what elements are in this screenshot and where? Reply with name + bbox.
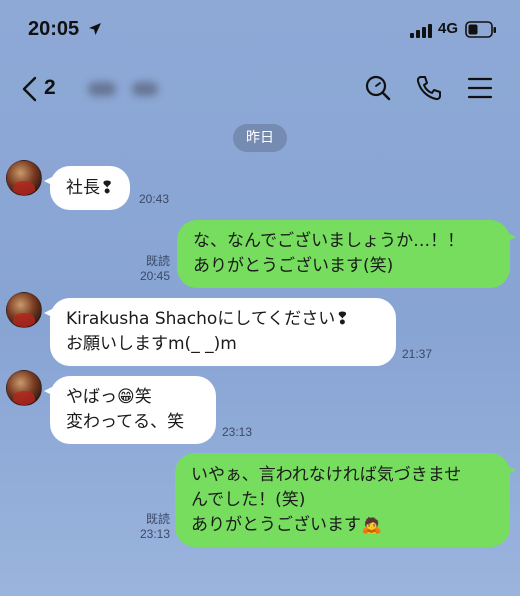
location-arrow-icon [89,23,101,35]
battery-icon [465,21,496,38]
date-separator: 昨日 [233,124,287,152]
message-bubble-incoming[interactable]: Kirakusha Shachoにしてください❢ お願いしますm(_ _)m [44,298,396,366]
read-label: 既読 [145,512,170,526]
message-bubble-outgoing[interactable]: いやぁ、言われなければ気づきませ んでした！(笑) ありがとうございます🙇 [175,453,516,547]
message-text: ありがとうございます(笑) [193,256,394,276]
message-text: いやぁ、言われなければ気づきませ [191,464,462,485]
unread-count[interactable]: 2 [44,76,56,100]
network-type: 4G [438,20,459,37]
message-text: 社長❢ [66,177,115,198]
message-text: な、なんでございましょうか…！！ [193,231,465,251]
read-label: 既読 [145,254,170,268]
avatar[interactable] [6,370,42,406]
message-bubble-incoming[interactable]: 社長❢ [43,166,131,210]
avatar[interactable] [6,292,42,328]
message-bubble-incoming[interactable]: やばっ😁笑 変わってる、笑 [44,376,216,444]
search-icon[interactable] [364,74,392,102]
message-text: やばっ😁笑 [66,387,152,407]
message-time: 23:13 [222,425,253,439]
status-bar: 20:05 4G [0,0,520,60]
chat-title-blurred [84,78,174,100]
clock: 20:05 [28,18,80,40]
message-text: お願いしますm(_ _)m [66,334,237,354]
back-chevron-icon[interactable] [20,76,40,102]
message-time: 20:43 [139,192,170,206]
read-receipt: 既読 20:45 [128,254,170,284]
message-text: んでした！(笑) [191,489,306,510]
message-time: 23:13 [139,527,170,541]
message-text: ありがとうございます🙇 [191,514,383,535]
signal-icon [410,24,432,38]
message-text: 変わってる、笑 [66,412,185,432]
menu-icon[interactable] [467,74,493,102]
avatar[interactable] [6,160,42,196]
message-time: 20:45 [139,269,170,283]
message-bubble-outgoing[interactable]: な、なんでございましょうか…！！ ありがとうございます(笑) [177,220,516,288]
read-receipt: 既読 23:13 [128,512,170,542]
chat-header: 2 [0,66,520,112]
phone-icon[interactable] [415,74,443,102]
message-time: 21:37 [402,347,433,361]
message-text: Kirakusha Shachoにしてください❢ [66,309,350,329]
